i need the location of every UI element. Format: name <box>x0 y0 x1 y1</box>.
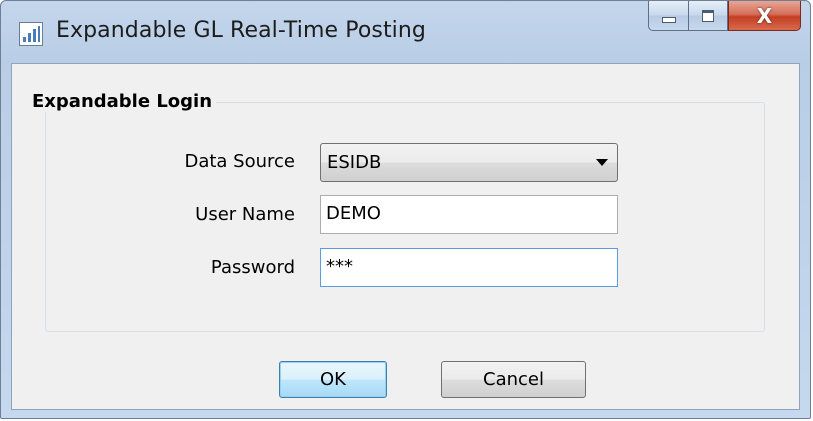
window-title: Expandable GL Real-Time Posting <box>56 18 426 43</box>
caption-buttons: X <box>648 1 801 32</box>
app-chart-icon[interactable] <box>19 22 43 46</box>
minimize-icon <box>661 16 676 23</box>
login-group-title: Expandable Login <box>28 91 217 112</box>
close-button[interactable]: X <box>728 1 801 31</box>
password-input[interactable]: *** <box>320 248 618 287</box>
title-bar[interactable]: Expandable GL Real-Time Posting X <box>1 1 810 63</box>
user-name-input[interactable]: DEMO <box>320 195 618 234</box>
data-source-dropdown[interactable]: ESIDB <box>320 143 618 182</box>
close-icon: X <box>756 3 773 28</box>
minimize-button[interactable] <box>648 1 688 31</box>
data-source-label: Data Source <box>184 151 295 172</box>
maximize-icon <box>702 9 714 22</box>
dialog-client-area: Expandable Login Data Source ESIDB User … <box>11 63 800 410</box>
ok-button[interactable]: OK <box>279 361 387 398</box>
dialog-window: Expandable GL Real-Time Posting X Expand… <box>0 0 811 419</box>
data-source-value: ESIDB <box>327 152 382 173</box>
password-label: Password <box>210 257 295 278</box>
user-name-label: User Name <box>195 204 295 225</box>
maximize-button[interactable] <box>688 1 728 31</box>
cancel-button[interactable]: Cancel <box>441 361 586 398</box>
dropdown-arrow-icon[interactable] <box>596 159 608 166</box>
